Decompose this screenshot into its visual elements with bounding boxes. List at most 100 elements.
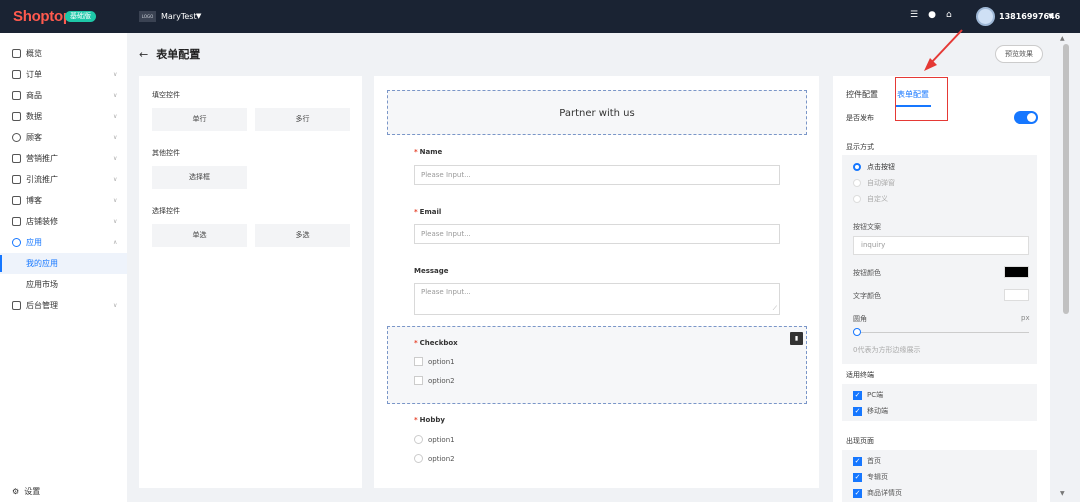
sidebar-item-overview[interactable]: 概览 bbox=[0, 43, 127, 64]
sidebar-item-customers[interactable]: 顾客 ∨ bbox=[0, 127, 127, 148]
settings-icon: ⚙ bbox=[12, 487, 20, 496]
form-canvas: Partner with us * Name Please Input... * E… bbox=[374, 76, 819, 488]
radius-slider-knob[interactable] bbox=[853, 328, 861, 336]
caret-down-icon[interactable]: ▼ bbox=[196, 12, 201, 20]
sidebar-item-data[interactable]: 数据 ∨ bbox=[0, 106, 127, 127]
checkbox-field-label: * Checkbox bbox=[414, 339, 458, 347]
chevron-down-icon: ∨ bbox=[113, 92, 118, 99]
select-box-control[interactable]: 选择框 bbox=[152, 166, 247, 189]
radio-circle[interactable] bbox=[414, 454, 423, 463]
check-icon[interactable]: ✓ bbox=[853, 488, 862, 498]
text-color-swatch[interactable] bbox=[1004, 289, 1029, 301]
chevron-up-icon: ∧ bbox=[113, 239, 118, 246]
grid-icon bbox=[12, 49, 21, 58]
check-icon[interactable]: ✓ bbox=[853, 456, 862, 466]
sidebar-item-admin[interactable]: 后台管理 ∨ bbox=[0, 295, 127, 316]
email-field-label: * Email bbox=[414, 208, 441, 216]
brand-logo[interactable]: Shoptop bbox=[13, 8, 72, 25]
radio-option[interactable]: option1 bbox=[414, 435, 455, 444]
radio-circle[interactable] bbox=[414, 435, 423, 444]
sidebar-item-my-apps[interactable]: 我的应用 bbox=[0, 253, 127, 274]
radio-dot[interactable] bbox=[853, 195, 861, 203]
home-icon[interactable]: ⌂ bbox=[946, 10, 952, 20]
terminal-pc[interactable]: ✓ PC端 bbox=[853, 390, 883, 400]
option-label: option1 bbox=[428, 435, 455, 444]
page-collection[interactable]: ✓ 专辑页 bbox=[853, 472, 888, 482]
user-icon bbox=[12, 133, 21, 142]
chevron-down-icon: ∨ bbox=[113, 113, 118, 120]
chevron-down-icon: ∨ bbox=[113, 134, 118, 141]
checkbox-option[interactable]: option2 bbox=[414, 376, 455, 385]
caret-down-icon[interactable]: ▼ bbox=[1048, 12, 1053, 20]
chevron-down-icon: ∨ bbox=[113, 176, 118, 183]
page-product-detail[interactable]: ✓ 商品详情页 bbox=[853, 488, 902, 498]
required-mark: * bbox=[414, 416, 418, 424]
resize-grip-icon[interactable]: ⟋ bbox=[773, 305, 777, 313]
display-option-click[interactable]: 点击按钮 bbox=[853, 162, 895, 172]
multi-choice-control[interactable]: 多选 bbox=[255, 224, 350, 247]
delete-icon[interactable]: ▮ bbox=[790, 332, 803, 345]
sidebar-item-label: 我的应用 bbox=[26, 259, 58, 268]
sidebar-item-store-design[interactable]: 店铺装修 ∨ bbox=[0, 211, 127, 232]
scroll-down-icon[interactable]: ▼ bbox=[1060, 490, 1065, 497]
display-option-auto[interactable]: 自动弹窗 bbox=[853, 178, 895, 188]
sidebar-item-label: 应用 bbox=[26, 238, 42, 247]
scrollbar-thumb[interactable] bbox=[1063, 44, 1069, 314]
checkbox-square[interactable] bbox=[414, 357, 423, 366]
store-icon bbox=[12, 217, 21, 226]
single-line-control[interactable]: 单行 bbox=[152, 108, 247, 131]
checkbox-square[interactable] bbox=[414, 376, 423, 385]
radio-dot[interactable] bbox=[853, 163, 861, 171]
sidebar-item-products[interactable]: 商品 ∨ bbox=[0, 85, 127, 106]
option-label: 自动弹窗 bbox=[867, 179, 895, 187]
sidebar-item-orders[interactable]: 订单 ∨ bbox=[0, 64, 127, 85]
message-textarea[interactable]: Please Input... ⟋ bbox=[414, 283, 780, 315]
tab-control-config[interactable]: 控件配置 bbox=[846, 89, 878, 100]
required-mark: * bbox=[414, 208, 418, 216]
page-header: ← 表单配置 bbox=[139, 45, 200, 63]
checkbox-option[interactable]: option1 bbox=[414, 357, 455, 366]
database-icon[interactable]: ☰ bbox=[910, 10, 918, 20]
avatar[interactable] bbox=[976, 7, 995, 26]
single-choice-control[interactable]: 单选 bbox=[152, 224, 247, 247]
sidebar-item-label: 店铺装修 bbox=[26, 217, 58, 226]
multi-line-control[interactable]: 多行 bbox=[255, 108, 350, 131]
publish-toggle[interactable] bbox=[1014, 111, 1038, 124]
button-text-input[interactable]: inquiry bbox=[853, 236, 1029, 255]
check-icon[interactable]: ✓ bbox=[853, 472, 862, 482]
sidebar-item-app-market[interactable]: 应用市场 bbox=[0, 274, 127, 295]
preview-button[interactable]: 预览效果 bbox=[995, 45, 1043, 63]
name-input[interactable]: Please Input... bbox=[414, 165, 780, 185]
button-color-swatch[interactable] bbox=[1004, 266, 1029, 278]
option-label: 商品详情页 bbox=[867, 489, 902, 497]
label-text: Hobby bbox=[419, 416, 445, 424]
sidebar-item-label: 应用市场 bbox=[26, 280, 58, 289]
terminal-mobile[interactable]: ✓ 移动端 bbox=[853, 406, 888, 416]
back-arrow-icon[interactable]: ← bbox=[139, 48, 148, 61]
text-color-label: 文字颜色 bbox=[853, 292, 881, 300]
display-option-custom[interactable]: 自定义 bbox=[853, 194, 888, 204]
form-banner[interactable]: Partner with us bbox=[387, 90, 807, 135]
sidebar-item-traffic[interactable]: 引流推广 ∨ bbox=[0, 169, 127, 190]
email-input[interactable]: Please Input... bbox=[414, 224, 780, 244]
radio-option[interactable]: option2 bbox=[414, 454, 455, 463]
check-icon[interactable]: ✓ bbox=[853, 390, 862, 400]
sidebar-item-label: 订单 bbox=[26, 70, 42, 79]
check-icon[interactable]: ✓ bbox=[853, 406, 862, 416]
help-icon[interactable]: ● bbox=[928, 10, 936, 20]
page-scrollbar[interactable] bbox=[1058, 33, 1080, 502]
radius-slider-track[interactable] bbox=[855, 332, 1029, 333]
arrow-head bbox=[924, 58, 937, 71]
sidebar-item-label: 博客 bbox=[26, 196, 42, 205]
page-home[interactable]: ✓ 首页 bbox=[853, 456, 881, 466]
sidebar-item-marketing[interactable]: 营销推广 ∨ bbox=[0, 148, 127, 169]
sidebar-item-apps[interactable]: 应用 ∧ bbox=[0, 232, 127, 253]
store-switcher[interactable]: MaryTest bbox=[161, 11, 197, 22]
scroll-up-icon[interactable]: ▲ bbox=[1060, 35, 1065, 42]
option-label: option2 bbox=[428, 454, 455, 463]
sidebar-item-blog[interactable]: 博客 ∨ bbox=[0, 190, 127, 211]
option-label: option1 bbox=[428, 357, 455, 366]
settings-link[interactable]: ⚙ 设置 bbox=[12, 486, 40, 497]
radius-label: 圆角 bbox=[853, 315, 867, 323]
radio-dot[interactable] bbox=[853, 179, 861, 187]
